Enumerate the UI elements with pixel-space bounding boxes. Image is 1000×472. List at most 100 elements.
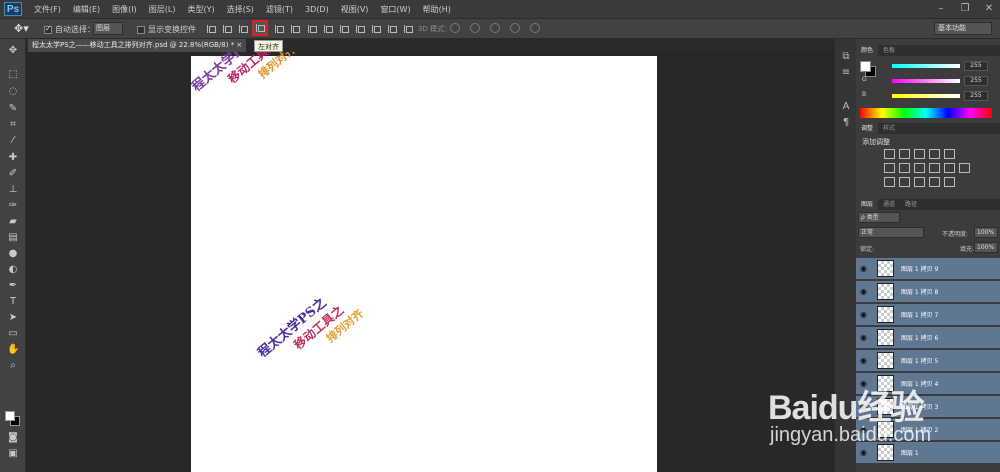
properties-panel-icon[interactable]: ≡ [840,67,852,79]
paragraph-panel-icon[interactable]: ¶ [840,117,852,129]
character-panel-icon[interactable]: A [840,101,852,113]
visibility-eye-icon[interactable]: ◉ [860,333,869,342]
layer-row[interactable]: ◉ 图层 1 拷贝 7 [856,304,1000,326]
3d-roll-icon[interactable] [470,23,480,33]
show-transform-checkbox[interactable] [137,25,145,34]
restore-icon[interactable]: ❐ [958,3,972,15]
show-transform-option[interactable]: 显示变换控件 [137,24,196,35]
document-tab[interactable]: 程太太学PS之——移动工具之排列对齐.psd @ 22.8%(RGB/8) * … [28,39,247,52]
visibility-eye-icon[interactable]: ◉ [860,379,869,388]
type-tool-icon[interactable]: T [7,296,19,308]
move-tool-icon[interactable]: ✥ [7,45,19,57]
quick-mask-icon[interactable]: ◙ [7,432,19,444]
brightness-icon[interactable] [884,149,895,159]
color-balance-icon[interactable] [899,163,910,173]
tab-layers[interactable]: 图层 [856,199,879,210]
tab-channels[interactable]: 通道 [878,199,900,210]
levels-icon[interactable] [899,149,910,159]
color-spectrum[interactable] [860,108,992,118]
path-select-tool-icon[interactable]: ➤ [7,312,19,324]
align-bottom-icon[interactable] [236,22,248,35]
history-panel-icon[interactable]: ⧉ [840,51,852,63]
layer-filter-dropdown[interactable]: ρ 类型 [858,212,900,223]
blue-slider[interactable]: B 255 [862,91,992,101]
auto-select-checkbox[interactable] [44,24,52,34]
invert-icon[interactable] [884,177,895,187]
menu-layer[interactable]: 图层(L) [143,0,182,19]
red-slider-track[interactable] [892,64,960,68]
panel-foreground-swatch[interactable] [860,61,871,72]
zoom-tool-icon[interactable]: ⌕ [7,360,19,372]
quick-select-tool-icon[interactable]: ✎ [7,103,19,115]
tab-adjustments[interactable]: 调整 [856,123,879,134]
distribute-hcenter-icon[interactable] [369,22,381,35]
canvas-area[interactable]: 程太太学PS之 移动工具之 排列对齐 程太太学PS之 移动工具之 排列对齐 [26,52,834,472]
posterize-icon[interactable] [899,177,910,187]
healing-brush-tool-icon[interactable]: ✚ [7,152,19,164]
green-slider-track[interactable] [892,79,960,83]
distribute-bottom-icon[interactable] [337,22,349,35]
rectangle-tool-icon[interactable]: ▭ [7,328,19,340]
layer-row[interactable]: ◉ 图层 1 拷贝 6 [856,327,1000,349]
blur-tool-icon[interactable]: ● [7,248,19,260]
align-top-icon[interactable] [204,22,216,35]
align-hcenter-icon[interactable] [272,22,284,35]
menu-edit[interactable]: 编辑(E) [67,0,106,19]
gradient-map-icon[interactable] [929,177,940,187]
menu-3d[interactable]: 3D(D) [299,0,335,19]
menu-filter[interactable]: 滤镜(T) [260,0,299,19]
visibility-eye-icon[interactable]: ◉ [860,425,869,434]
brush-tool-icon[interactable]: ✐ [7,168,19,180]
hand-tool-icon[interactable]: ✋ [7,344,19,356]
distribute-left-icon[interactable] [353,22,365,35]
visibility-eye-icon[interactable]: ◉ [860,287,869,296]
workspace-dropdown[interactable]: 基本功能 [934,22,992,35]
screen-mode-icon[interactable]: ▣ [7,448,19,460]
menu-image[interactable]: 图像(I) [106,0,143,19]
eyedropper-tool-icon[interactable]: ⁄ [7,135,19,147]
crop-tool-icon[interactable]: ⌗ [7,119,19,131]
layer-row[interactable]: ◉ 图层 1 拷贝 4 [856,373,1000,395]
layer-row[interactable]: ◉ 图层 1 拷贝 9 [856,258,1000,280]
blue-value[interactable]: 255 [964,91,988,101]
menu-window[interactable]: 窗口(W) [374,0,416,19]
tab-styles[interactable]: 样式 [878,123,900,134]
foreground-color-swatch[interactable] [5,411,15,421]
tab-swatches[interactable]: 色板 [878,45,900,56]
clone-stamp-tool-icon[interactable]: ⊥ [7,184,19,196]
vibrance-icon[interactable] [944,149,955,159]
photo-filter-icon[interactable] [929,163,940,173]
selective-color-icon[interactable] [944,177,955,187]
green-value[interactable]: 255 [964,76,988,86]
menu-type[interactable]: 类型(Y) [181,0,220,19]
document-canvas[interactable]: 程太太学PS之 移动工具之 排列对齐 程太太学PS之 移动工具之 排列对齐 [189,52,657,472]
auto-align-icon[interactable] [401,22,413,35]
menu-view[interactable]: 视图(V) [335,0,375,19]
gradient-tool-icon[interactable]: ▤ [7,232,19,244]
visibility-eye-icon[interactable]: ◉ [860,264,869,273]
distribute-top-icon[interactable] [305,22,317,35]
layer-row[interactable]: ◉ 图层 1 拷贝 2 [856,419,1000,441]
menu-select[interactable]: 选择(S) [221,0,260,19]
visibility-eye-icon[interactable]: ◉ [860,310,869,319]
eraser-tool-icon[interactable]: ▰ [7,216,19,228]
auto-select-option[interactable]: 自动选择： [44,24,95,35]
minimize-icon[interactable]: – [934,3,948,15]
blend-mode-dropdown[interactable]: 正常 [858,227,924,238]
black-white-icon[interactable] [914,163,925,173]
hue-saturation-icon[interactable] [884,163,895,173]
fill-input[interactable]: 100% [974,242,998,253]
color-lookup-icon[interactable] [959,163,970,173]
dodge-tool-icon[interactable]: ◐ [7,264,19,276]
align-left-icon[interactable] [252,20,268,36]
pen-tool-icon[interactable]: ✒ [7,280,19,292]
tab-paths[interactable]: 路径 [900,199,922,210]
green-slider[interactable]: G 255 [862,76,992,86]
blue-slider-track[interactable] [892,94,960,98]
menu-file[interactable]: 文件(F) [28,0,67,19]
visibility-eye-icon[interactable]: ◉ [860,448,869,457]
history-brush-tool-icon[interactable]: ✑ [7,200,19,212]
3d-pan-icon[interactable] [490,23,500,33]
channel-mixer-icon[interactable] [944,163,955,173]
3d-rotate-icon[interactable] [450,23,460,33]
